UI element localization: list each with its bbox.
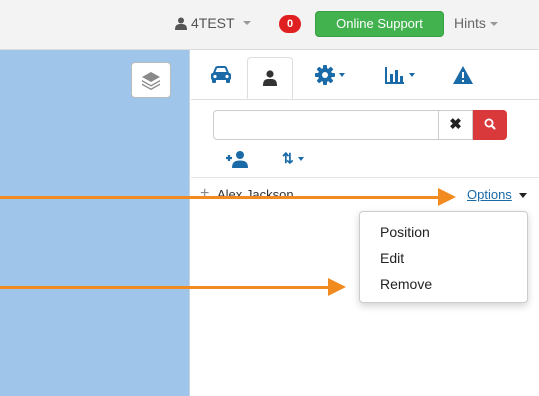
chevron-down-icon bbox=[339, 73, 345, 77]
search-input[interactable] bbox=[213, 110, 439, 140]
chevron-down-icon bbox=[297, 156, 304, 161]
user-icon bbox=[175, 17, 187, 30]
layers-button[interactable] bbox=[131, 62, 171, 98]
annotation-arrow-remove bbox=[0, 286, 330, 289]
menu-item-edit[interactable]: Edit bbox=[360, 245, 527, 271]
person-name: Alex Jackson bbox=[217, 187, 294, 202]
add-user-icon bbox=[226, 151, 248, 168]
online-support-button[interactable]: Online Support bbox=[315, 11, 444, 37]
bar-chart-icon bbox=[385, 67, 404, 84]
divider bbox=[191, 177, 539, 178]
sort-button[interactable]: ⇅ bbox=[282, 150, 304, 167]
menu-item-remove[interactable]: Remove bbox=[360, 271, 527, 297]
top-bar: 4TEST 0 Online Support Hints bbox=[0, 0, 539, 50]
annotation-arrow-options bbox=[0, 196, 440, 199]
hints-label: Hints bbox=[454, 15, 486, 31]
tab-bar bbox=[191, 50, 539, 100]
search-button[interactable] bbox=[473, 110, 507, 140]
car-icon bbox=[211, 66, 231, 83]
tab-vehicles[interactable] bbox=[201, 57, 241, 93]
hints-menu[interactable]: Hints bbox=[454, 15, 498, 31]
search-icon bbox=[484, 118, 496, 130]
menu-item-position[interactable]: Position bbox=[360, 219, 527, 245]
sort-icon: ⇅ bbox=[282, 150, 294, 166]
list-item[interactable]: + Alex Jackson Options bbox=[191, 181, 539, 207]
arrow-head-icon bbox=[438, 188, 456, 206]
chevron-down-icon bbox=[242, 21, 251, 25]
layers-icon bbox=[142, 72, 160, 90]
add-user-button[interactable] bbox=[225, 149, 253, 169]
gear-icon bbox=[315, 65, 335, 85]
user-menu[interactable]: 4TEST bbox=[175, 15, 251, 31]
clear-search-button[interactable]: ✖ bbox=[439, 110, 473, 140]
chevron-down-icon bbox=[409, 73, 415, 77]
options-dropdown: Position Edit Remove bbox=[359, 211, 528, 303]
chevron-down-icon bbox=[489, 22, 498, 27]
notification-badge[interactable]: 0 bbox=[279, 15, 301, 33]
map-area[interactable] bbox=[0, 50, 190, 396]
options-button[interactable]: Options bbox=[467, 187, 512, 202]
tab-reports[interactable] bbox=[373, 57, 427, 93]
username: 4TEST bbox=[191, 15, 235, 31]
tab-alerts[interactable] bbox=[443, 57, 483, 93]
caret-down-icon[interactable] bbox=[519, 193, 527, 198]
user-icon bbox=[263, 70, 277, 86]
arrow-head-icon bbox=[328, 278, 346, 296]
tab-settings[interactable] bbox=[303, 57, 357, 93]
warning-icon bbox=[453, 66, 473, 84]
tab-people[interactable] bbox=[247, 57, 293, 99]
